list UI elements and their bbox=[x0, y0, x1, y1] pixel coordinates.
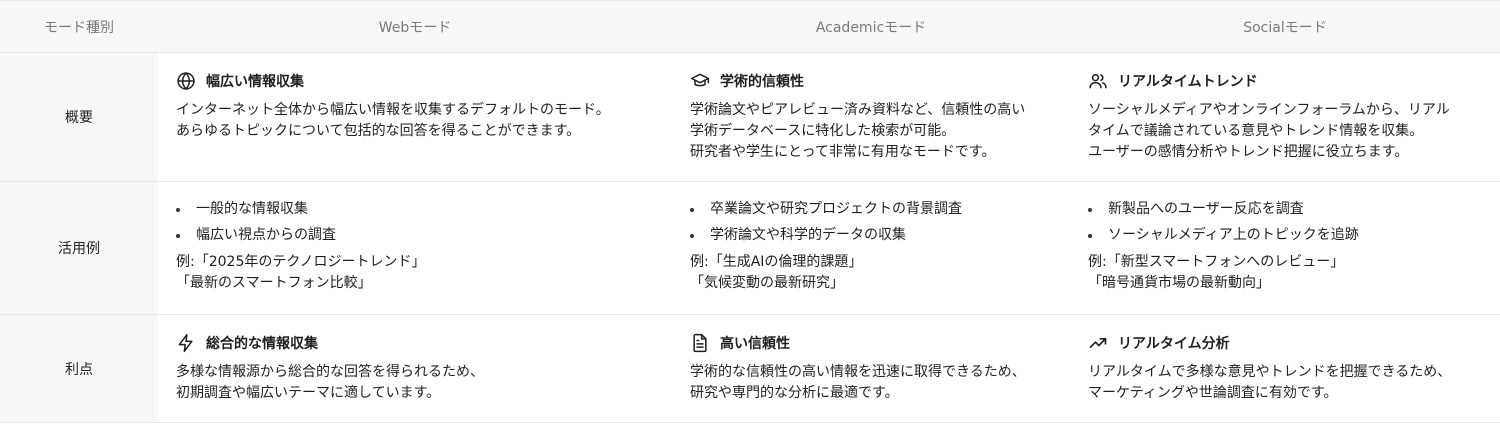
desc-line: あらゆるトピックについて包括的な回答を得ることができます。 bbox=[176, 123, 581, 139]
desc-line: 学術的な信頼性の高い情報を迅速に取得できるため、 bbox=[690, 364, 1026, 380]
usecase-list: 一般的な情報収集 幅広い視点からの調査 bbox=[176, 200, 658, 245]
desc-line: 研究者や学生にとって非常に有用なモードです。 bbox=[690, 144, 996, 160]
cell-title: 総合的な情報収集 bbox=[206, 336, 318, 352]
list-item: 卒業論文や研究プロジェクトの背景調査 bbox=[690, 200, 1056, 219]
cell-title: リアルタイム分析 bbox=[1118, 336, 1230, 352]
header-web-mode: Webモード bbox=[158, 0, 672, 53]
desc-line: ソーシャルメディアやオンラインフォーラムから、リアル bbox=[1088, 102, 1450, 118]
example-line: 「気候変動の最新研究」 bbox=[690, 275, 844, 291]
header-academic-mode: Academicモード bbox=[672, 0, 1070, 53]
academic-overview-cell: 学術的信頼性 学術論文やピアレビュー済み資料など、信頼性の高い 学術データベース… bbox=[672, 52, 1070, 182]
social-benefit-cell: リアルタイム分析 リアルタイムで多様な意見やトレンドを把握できるため、 マーケテ… bbox=[1070, 314, 1500, 423]
table-row-use-cases: 活用例 一般的な情報収集 幅広い視点からの調査 例:「2025年のテクノロジート… bbox=[0, 181, 1500, 315]
header-social-mode: Socialモード bbox=[1070, 0, 1500, 53]
row-label: 活用例 bbox=[0, 181, 158, 315]
list-item: 幅広い視点からの調査 bbox=[176, 226, 658, 245]
list-item: 学術論文や科学的データの収集 bbox=[690, 226, 1056, 245]
desc-line: 多様な情報源から総合的な回答を得られるため、 bbox=[176, 364, 484, 380]
example-line: 「最新のスマートフォン比較」 bbox=[176, 275, 372, 291]
example-line: 例:「2025年のテクノロジートレンド」 bbox=[176, 254, 426, 270]
desc-line: 学術データベースに特化した検索が可能。 bbox=[690, 123, 956, 139]
academic-benefit-cell: 高い信頼性 学術的な信頼性の高い情報を迅速に取得できるため、 研究や専門的な分析… bbox=[672, 314, 1070, 423]
cell-title: リアルタイムトレンド bbox=[1118, 74, 1258, 90]
cell-title: 幅広い情報収集 bbox=[206, 74, 304, 90]
trending-up-icon bbox=[1089, 338, 1107, 348]
header-row: モード種別 Webモード Academicモード Socialモード bbox=[0, 0, 1500, 53]
row-label: 概要 bbox=[0, 52, 158, 182]
list-item: ソーシャルメディア上のトピックを追跡 bbox=[1088, 226, 1486, 245]
desc-line: マーケティングや世論調査に有効です。 bbox=[1088, 385, 1338, 401]
academic-usecase-cell: 卒業論文や研究プロジェクトの背景調査 学術論文や科学的データの収集 例:「生成A… bbox=[672, 181, 1070, 315]
document-icon bbox=[693, 333, 707, 353]
desc-line: ユーザーの感情分析やトレンド把握に役立ちます。 bbox=[1088, 144, 1409, 160]
desc-line: 学術論文やピアレビュー済み資料など、信頼性の高い bbox=[690, 102, 1026, 118]
example-line: 「暗号通貨市場の最新動向」 bbox=[1088, 275, 1270, 291]
cell-title: 学術的信頼性 bbox=[720, 74, 804, 90]
example-line: 例:「生成AIの倫理的課題」 bbox=[690, 254, 863, 270]
users-icon bbox=[1089, 74, 1107, 89]
web-overview-cell: 幅広い情報収集 インターネット全体から幅広い情報を収集するデフォルトのモード。 … bbox=[158, 52, 672, 182]
web-benefit-cell: 総合的な情報収集 多様な情報源から総合的な回答を得られるため、 初期調査や幅広い… bbox=[158, 314, 672, 423]
desc-line: 研究や専門的な分析に最適です。 bbox=[690, 385, 899, 401]
desc-line: インターネット全体から幅広い情報を収集するデフォルトのモード。 bbox=[176, 102, 610, 118]
list-item: 新製品へのユーザー反応を調査 bbox=[1088, 200, 1486, 219]
usecase-list: 卒業論文や研究プロジェクトの背景調査 学術論文や科学的データの収集 bbox=[690, 200, 1056, 245]
desc-line: タイムで議論されている意見やトレンド情報を収集。 bbox=[1088, 123, 1424, 139]
social-usecase-cell: 新製品へのユーザー反応を調査 ソーシャルメディア上のトピックを追跡 例:「新型ス… bbox=[1070, 181, 1500, 315]
row-label: 利点 bbox=[0, 314, 158, 423]
cell-title: 高い信頼性 bbox=[720, 336, 790, 352]
table-row-benefits: 利点 総合的な情報収集 多様な情報源から総合的な回答を得られるため、 初期調査や… bbox=[0, 314, 1500, 423]
usecase-list: 新製品へのユーザー反応を調査 ソーシャルメディア上のトピックを追跡 bbox=[1088, 200, 1486, 245]
graduation-cap-icon bbox=[690, 73, 710, 87]
zap-icon bbox=[178, 333, 193, 353]
desc-line: リアルタイムで多様な意見やトレンドを把握できるため、 bbox=[1088, 364, 1452, 380]
mode-comparison-table: モード種別 Webモード Academicモード Socialモード 概要 幅広… bbox=[0, 0, 1500, 423]
header-mode-type: モード種別 bbox=[0, 0, 158, 53]
web-usecase-cell: 一般的な情報収集 幅広い視点からの調査 例:「2025年のテクノロジートレンド」… bbox=[158, 181, 672, 315]
desc-line: 初期調査や幅広いテーマに適しています。 bbox=[176, 385, 441, 401]
social-overview-cell: リアルタイムトレンド ソーシャルメディアやオンラインフォーラムから、リアル タイ… bbox=[1070, 52, 1500, 182]
globe-icon bbox=[177, 72, 195, 90]
list-item: 一般的な情報収集 bbox=[176, 200, 658, 219]
example-line: 例:「新型スマートフォンへのレビュー」 bbox=[1088, 254, 1345, 270]
table-row-overview: 概要 幅広い情報収集 インターネット全体から幅広い情報を収集するデフォルトのモー… bbox=[0, 52, 1500, 182]
